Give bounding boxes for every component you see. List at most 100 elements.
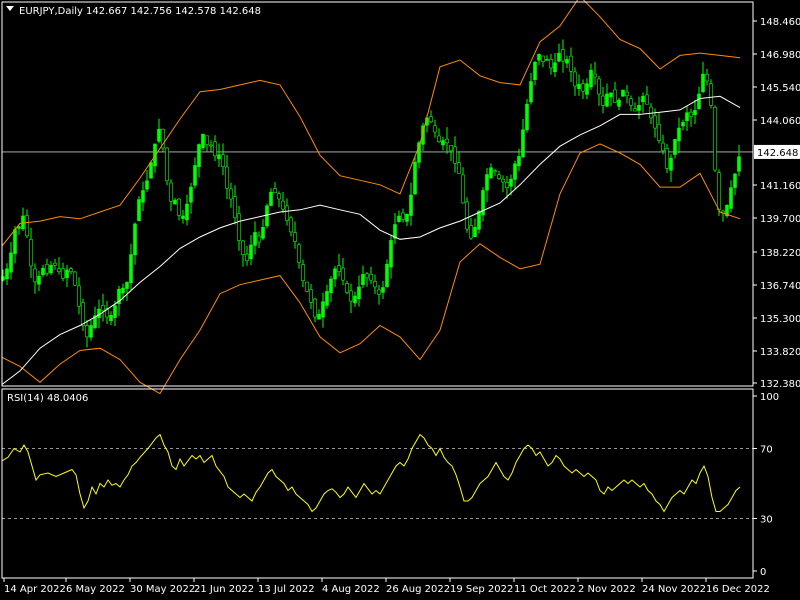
chart-canvas: 148.460 146.980 145.540 144.060 141.160 139.7… <box>1 0 800 595</box>
bull-candle <box>97 308 101 319</box>
bull-candle <box>557 52 561 62</box>
bear-candle <box>601 95 605 106</box>
bear-candle <box>213 141 217 157</box>
bear-candle <box>281 200 285 210</box>
bear-candle <box>713 107 717 171</box>
date-tick-label: 24 Nov 2022 <box>642 584 706 595</box>
bear-candle <box>229 188 233 200</box>
bull-candle <box>609 92 613 98</box>
bear-candle <box>45 264 49 274</box>
bull-candle <box>189 186 193 203</box>
bear-candle <box>705 74 709 82</box>
bull-candle <box>149 162 153 179</box>
rsi-line <box>1 433 741 513</box>
bear-candle <box>101 305 105 312</box>
bull-candle <box>677 127 681 142</box>
bear-candle <box>501 178 505 183</box>
bull-candle <box>729 187 733 209</box>
bull-candle <box>681 122 685 127</box>
bull-candle <box>357 286 361 300</box>
date-tick-label: 19 Sep 2022 <box>450 584 513 595</box>
bull-candle <box>733 173 737 188</box>
bear-candle <box>709 83 713 106</box>
bear-candle <box>649 106 653 119</box>
bull-candle <box>441 140 445 146</box>
bull-candle <box>137 199 141 222</box>
bear-candle <box>233 196 237 219</box>
bull-candle <box>321 301 325 318</box>
rsi-frame <box>1 388 754 579</box>
bull-candle <box>589 69 593 88</box>
bear-candle <box>77 285 81 307</box>
date-tick-label: 14 Apr 2022 <box>4 584 66 595</box>
bull-candle <box>13 229 17 254</box>
bull-candle <box>637 105 641 111</box>
bear-candle <box>53 262 57 266</box>
price-tick-label: 146.980 <box>760 50 800 61</box>
bear-candle <box>285 205 289 221</box>
bull-candle <box>265 205 269 227</box>
bull-candle <box>329 278 333 294</box>
bear-candle <box>69 268 73 272</box>
bear-candle <box>241 240 245 255</box>
bull-candle <box>109 315 113 322</box>
bear-candle <box>337 265 341 272</box>
bull-candle <box>17 226 21 229</box>
bull-candle <box>685 112 689 122</box>
bear-candle <box>177 198 181 216</box>
bear-candle <box>593 73 597 78</box>
bull-candle <box>529 81 533 103</box>
chart-symbol: EURJPY,Daily <box>19 6 83 17</box>
bull-candle <box>605 93 609 107</box>
bear-candle <box>61 268 65 279</box>
bull-candle <box>473 227 477 237</box>
bull-candle <box>157 128 161 142</box>
bear-candle <box>437 135 441 142</box>
bear-candle <box>433 125 437 133</box>
bull-candle <box>121 287 125 294</box>
symbol-menu-arrow-icon[interactable] <box>6 6 14 11</box>
bear-candle <box>581 83 585 92</box>
bear-candle <box>429 116 433 123</box>
bear-candle <box>293 232 297 242</box>
current-price-label: 142.648 <box>757 148 798 159</box>
bear-candle <box>169 182 173 202</box>
bull-candle <box>125 282 129 289</box>
bear-candle <box>257 235 261 243</box>
bull-candle <box>553 62 557 73</box>
bull-candle <box>9 252 13 273</box>
bear-candle <box>273 188 277 194</box>
bull-candle <box>185 203 189 221</box>
bull-candle <box>325 291 329 306</box>
bear-candle <box>85 325 89 338</box>
bull-candle <box>65 269 69 278</box>
bull-candle <box>333 268 337 280</box>
bull-candle <box>193 165 197 186</box>
rsi-tick-label: 30 <box>760 515 773 526</box>
bear-candle <box>81 302 85 326</box>
price-tick-label: 144.060 <box>760 116 800 127</box>
bull-candle <box>353 295 357 304</box>
price-tick-label: 136.740 <box>760 281 800 292</box>
bear-candle <box>289 217 293 233</box>
bull-candle <box>181 215 185 219</box>
bull-candle <box>701 73 705 93</box>
bear-candle <box>349 290 353 302</box>
date-tick-label: 30 May 2022 <box>130 584 195 595</box>
bear-candle <box>25 215 29 237</box>
bear-candle <box>457 162 461 174</box>
bull-candle <box>173 199 177 205</box>
date-tick-label: 2 Nov 2022 <box>578 584 636 595</box>
bear-candle <box>449 145 453 152</box>
bull-candle <box>129 254 133 284</box>
bear-candle <box>461 174 465 204</box>
rsi-tick-label: 0 <box>760 567 766 578</box>
bull-candle <box>41 267 45 276</box>
bear-candle <box>73 271 77 286</box>
bear-candle <box>209 144 213 147</box>
bear-candle <box>505 181 509 188</box>
bull-candle <box>525 103 529 131</box>
bear-candle <box>657 124 661 141</box>
price-tick-label: 132.380 <box>760 379 800 390</box>
bear-candle <box>345 283 349 293</box>
